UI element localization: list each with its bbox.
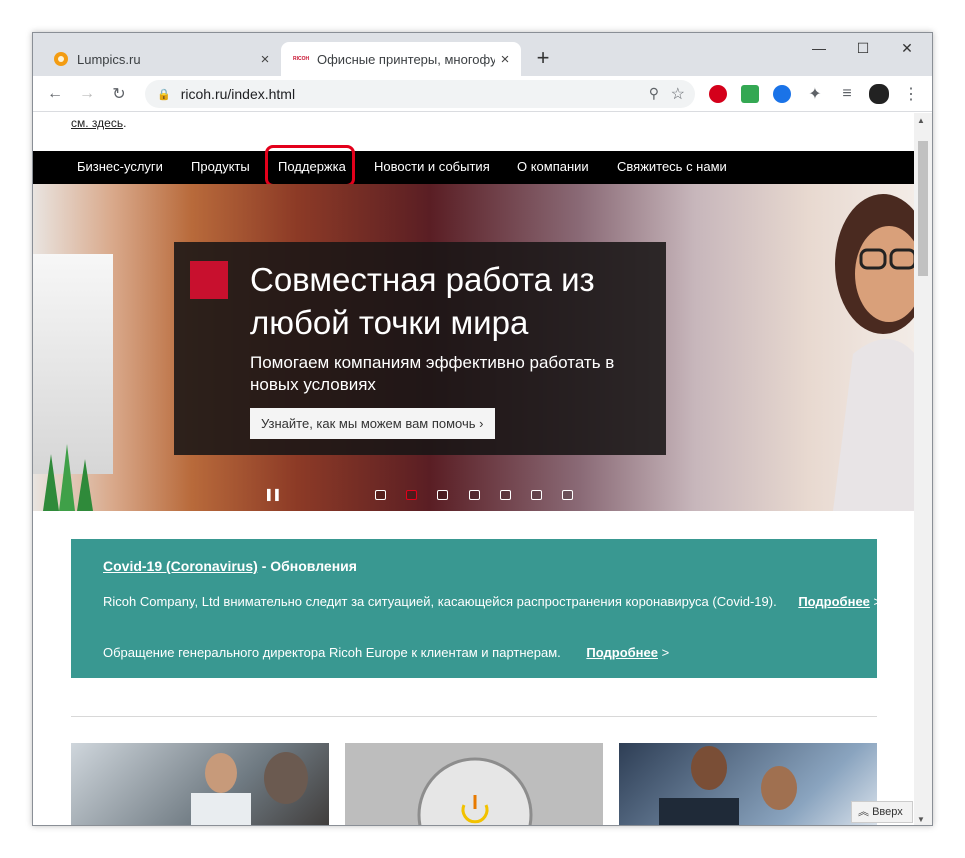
globe-extension-icon[interactable] (773, 85, 791, 103)
hero-cta-button[interactable]: Узнайте, как мы можем вам помочь › (250, 408, 495, 439)
bookmark-star-icon[interactable]: ☆ (671, 84, 685, 104)
person-illustration (833, 194, 915, 511)
covid-line-1-text: Ricoh Company, Ltd внимательно следит за… (103, 594, 777, 609)
covid-line-2: Обращение генерального директора Ricoh E… (103, 645, 669, 660)
section-divider (71, 716, 877, 717)
covid-more-link-2[interactable]: Подробнее (586, 645, 658, 660)
scroll-up-arrow-icon[interactable]: ▲ (917, 116, 925, 125)
zoom-icon[interactable]: ⚲ (649, 85, 659, 102)
scroll-down-arrow-icon[interactable]: ▼ (917, 815, 925, 824)
covid-title-rest: - Обновления (257, 558, 357, 574)
covid-title: Covid-19 (Coronavirus) - Обновления (103, 558, 357, 574)
slider-pause-icon[interactable]: ▌▌ (267, 490, 283, 501)
hero-title: Совместная работа из любой точки мира (250, 261, 595, 341)
lumpics-favicon-icon (54, 52, 68, 66)
covid-title-link[interactable]: Covid-19 (Coronavirus) (103, 558, 258, 574)
nav-products[interactable]: Продукты (191, 151, 250, 184)
slider-dot-3[interactable] (437, 490, 448, 500)
back-to-top-label: Вверх (872, 806, 903, 818)
page-scrollbar[interactable]: ▲ ▼ (914, 113, 932, 825)
hero-banner: Совместная работа из любой точки мира По… (33, 184, 915, 511)
covid-line-1: Ricoh Company, Ltd внимательно следит за… (103, 594, 881, 609)
covid-notice: Covid-19 (Coronavirus) - Обновления Rico… (71, 539, 881, 678)
covid-line-2-text: Обращение генерального директора Ricoh E… (103, 645, 561, 660)
card-image-power-button[interactable] (345, 743, 603, 825)
top-notice: см. здесь. (71, 116, 126, 130)
minimize-button[interactable]: — (797, 37, 841, 59)
ricoh-favicon-icon: RICOH (293, 56, 310, 62)
hero-text-box: Совместная работа из любой точки мира По… (174, 242, 666, 455)
ricoh-red-square-icon (190, 261, 228, 299)
card-image-office[interactable] (619, 743, 877, 825)
card-image-meeting[interactable] (71, 743, 329, 825)
maximize-button[interactable]: ☐ (841, 37, 885, 59)
nav-contact[interactable]: Свяжитесь с нами (617, 151, 727, 184)
see-here-link[interactable]: см. здесь (71, 116, 123, 130)
slider-dot-5[interactable] (500, 490, 511, 500)
slider-dot-4[interactable] (469, 490, 480, 500)
trees-illustration (43, 444, 93, 511)
media-control-icon[interactable]: ≡ (835, 82, 859, 106)
menu-dots-icon[interactable]: ⋮ (899, 82, 923, 106)
covid-more-link-1[interactable]: Подробнее (798, 594, 870, 609)
tab-ricoh[interactable]: RICOH Офисные принтеры, многофун × (281, 42, 521, 76)
slider-dot-1[interactable] (375, 490, 386, 500)
covid-more-arrow-2: > (658, 645, 670, 660)
main-nav: Бизнес-услуги Продукты Поддержка Новости… (33, 145, 915, 187)
web-page: см. здесь. Бизнес-услуги Продукты Поддер… (33, 113, 915, 825)
new-tab-button[interactable]: + (531, 47, 555, 69)
covid-more-arrow-1: > (869, 594, 882, 609)
tab-title: Офисные принтеры, многофун (317, 51, 495, 67)
opera-vpn-extension-icon[interactable] (709, 85, 727, 103)
close-window-button[interactable]: ✕ (885, 37, 929, 59)
top-notice-suffix: . (123, 116, 127, 130)
nav-news-events[interactable]: Новости и события (374, 151, 490, 184)
nav-business-services[interactable]: Бизнес-услуги (77, 151, 163, 184)
tab-close-icon[interactable]: × (495, 51, 515, 68)
tab-close-icon[interactable]: × (255, 51, 275, 68)
url-text: ricoh.ru/index.html (180, 86, 296, 102)
reload-icon[interactable]: ↻ (107, 82, 131, 106)
lock-icon: 🔒 (157, 88, 171, 101)
tab-strip: Lumpics.ru × RICOH Офисные принтеры, мно… (33, 33, 932, 76)
browser-toolbar: ← → ↻ 🔒 ricoh.ru/index.html ⚲ ☆ ✦ ≡ ⋮ (33, 76, 932, 112)
nav-about[interactable]: О компании (517, 151, 589, 184)
profile-avatar[interactable] (869, 84, 889, 104)
browser-window: Lumpics.ru × RICOH Офисные принтеры, мно… (32, 32, 933, 826)
slider-dot-6[interactable] (531, 490, 542, 500)
back-arrow-icon[interactable]: ← (43, 82, 67, 106)
up-chevron-icon: ︽ (858, 806, 873, 818)
tab-lumpics[interactable]: Lumpics.ru × (41, 42, 281, 76)
hero-subtitle: Помогаем компаниям эффективно работать в… (250, 353, 615, 394)
tab-title: Lumpics.ru (77, 51, 141, 67)
back-to-top-button[interactable]: ︽ Вверх (851, 801, 913, 823)
forward-arrow-icon[interactable]: → (75, 82, 99, 106)
slider-dot-2[interactable] (406, 490, 417, 500)
scrollbar-thumb[interactable] (918, 141, 928, 276)
address-bar[interactable]: 🔒 ricoh.ru/index.html ⚲ ☆ (145, 80, 695, 108)
extensions-puzzle-icon[interactable]: ✦ (803, 82, 827, 106)
nav-support[interactable]: Поддержка (278, 151, 346, 184)
slider-dot-7[interactable] (562, 490, 573, 500)
music-extension-icon[interactable] (741, 85, 759, 103)
